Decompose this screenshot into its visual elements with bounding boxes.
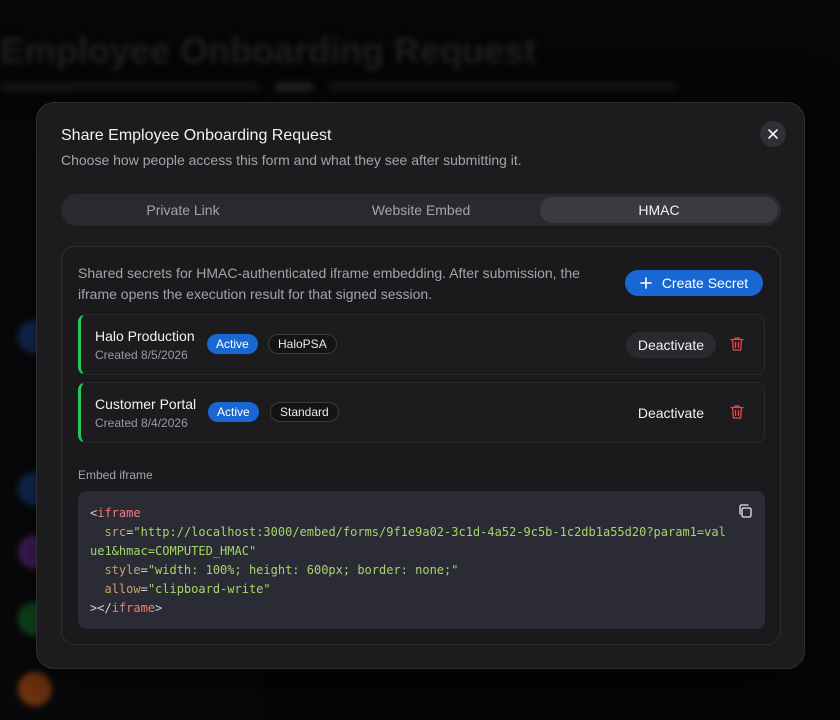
dialog-description: Choose how people access this form and w… xyxy=(61,152,522,168)
secret-name: Halo Production xyxy=(95,328,195,344)
hmac-panel: Shared secrets for HMAC-authenticated if… xyxy=(61,246,781,645)
code-line: src="http://localhost:3000/embed/forms/9… xyxy=(104,525,726,539)
close-button[interactable] xyxy=(760,121,786,147)
secret-name: Customer Portal xyxy=(95,396,197,412)
create-secret-button[interactable]: Create Secret xyxy=(625,270,763,296)
code-line: allow="clipboard-write" xyxy=(104,582,271,596)
close-icon xyxy=(768,129,778,139)
tab-private-link[interactable]: Private Link xyxy=(64,197,302,223)
embed-label: Embed iframe xyxy=(78,468,153,482)
hmac-description: Shared secrets for HMAC-authenticated if… xyxy=(78,265,580,302)
status-badge: Active xyxy=(207,334,258,354)
tab-website-embed[interactable]: Website Embed xyxy=(302,197,540,223)
plus-icon xyxy=(640,277,652,289)
status-badge: Active xyxy=(208,402,259,422)
secret-row: Halo Production Created 8/5/2026 Active … xyxy=(78,314,765,375)
secret-created: Created 8/5/2026 xyxy=(95,348,188,362)
embed-code-block[interactable]: <iframe src="http://localhost:3000/embed… xyxy=(78,491,765,629)
copy-icon[interactable] xyxy=(737,503,753,519)
create-secret-label: Create Secret xyxy=(661,275,749,291)
tab-hmac[interactable]: HMAC xyxy=(540,197,778,223)
share-tabs: Private Link Website Embed HMAC xyxy=(61,194,781,226)
code-line: style="width: 100%; height: 600px; borde… xyxy=(104,563,459,577)
share-dialog: Share Employee Onboarding Request Choose… xyxy=(36,102,805,669)
deactivate-button[interactable]: Deactivate xyxy=(626,400,716,426)
type-badge: HaloPSA xyxy=(268,334,337,354)
code-line: <iframe xyxy=(90,506,141,520)
code-line: ue1&hmac=COMPUTED_HMAC" xyxy=(90,544,257,558)
secret-created: Created 8/4/2026 xyxy=(95,416,188,430)
trash-icon[interactable] xyxy=(728,403,746,421)
deactivate-button[interactable]: Deactivate xyxy=(625,332,716,358)
dialog-title: Share Employee Onboarding Request xyxy=(61,127,332,144)
type-badge: Standard xyxy=(270,402,339,422)
code-line: ></iframe> xyxy=(90,601,163,615)
trash-icon[interactable] xyxy=(728,335,746,353)
secret-row: Customer Portal Created 8/4/2026 Active … xyxy=(78,382,765,443)
